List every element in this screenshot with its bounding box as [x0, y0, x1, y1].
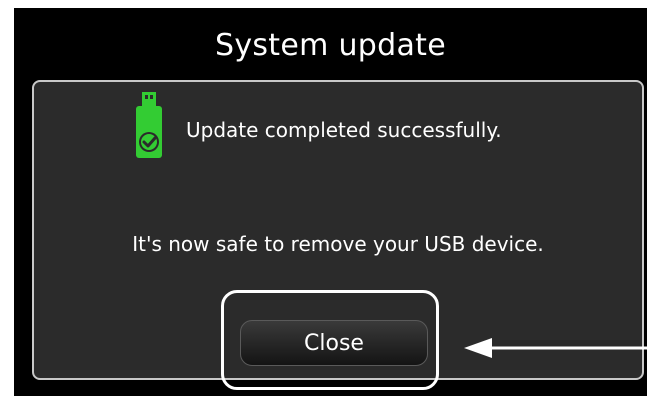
remove-usb-message: It's now safe to remove your USB device.: [132, 232, 544, 256]
arrow-pointer-icon: [464, 338, 647, 358]
screen-title: System update: [214, 28, 446, 63]
usb-check-icon: [136, 92, 162, 158]
update-dialog: Update completed successfully. It's now …: [32, 80, 644, 380]
close-button[interactable]: Close: [240, 320, 428, 366]
close-button-label: Close: [304, 330, 364, 356]
success-message: Update completed successfully.: [186, 118, 502, 142]
